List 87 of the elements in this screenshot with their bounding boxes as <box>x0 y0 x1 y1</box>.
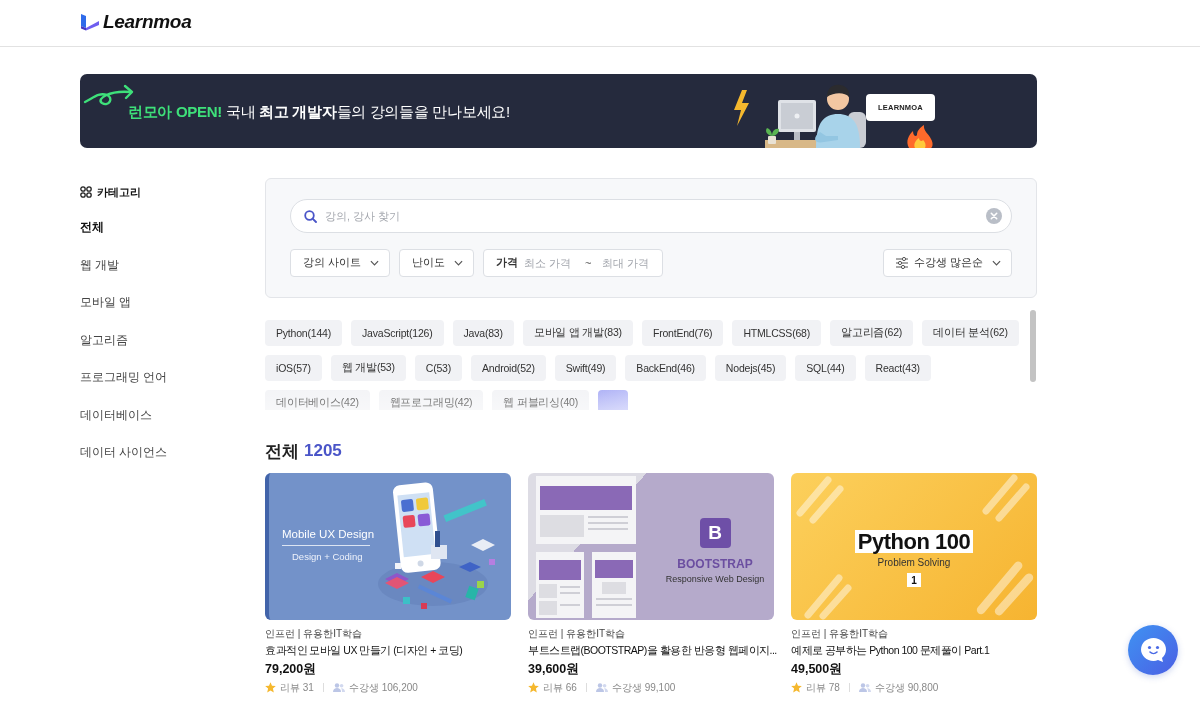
search-field[interactable]: 강의, 강사 찾기 <box>290 199 1012 233</box>
tag-chip[interactable]: iOS(57) <box>265 355 322 381</box>
tag-chip[interactable]: C(53) <box>414 355 463 381</box>
chat-button[interactable] <box>1128 625 1178 675</box>
chevron-down-icon <box>369 260 379 266</box>
star-icon <box>265 682 276 693</box>
thumbnail-title: BOOTSTRAP <box>677 557 753 571</box>
people-icon <box>332 683 345 692</box>
banner-headline: 런모아 OPEN! 국내 최고 개발자들의 강의들을 만나보세요! <box>128 101 510 122</box>
tag-chip[interactable]: Python(144) <box>265 320 342 346</box>
course-provider: 인프런 | 유용한IT학습 <box>528 627 626 640</box>
logo-tile: B <box>699 518 731 548</box>
course-price: 39,600원 <box>528 661 580 677</box>
search-icon <box>304 209 317 223</box>
category-grid-icon <box>80 186 92 198</box>
course-provider: 인프런 | 유용한IT학습 <box>265 627 363 640</box>
course-price: 79,200원 <box>265 661 317 677</box>
price-label: 가격 <box>495 256 518 270</box>
scrollbar[interactable] <box>1030 310 1036 382</box>
stripe-drawing <box>981 473 1031 523</box>
tag-chip[interactable]: Android(52) <box>471 355 546 381</box>
review-count: 리뷰 78 <box>806 681 840 694</box>
chevron-down-icon <box>453 260 463 266</box>
more-button[interactable] <box>597 390 628 410</box>
plant-icon <box>764 126 780 144</box>
tag-chip[interactable]: React(43) <box>864 355 931 381</box>
tag-chip[interactable]: 웹 개발(53) <box>330 355 406 381</box>
search-input[interactable]: 강의, 강사 찾기 <box>325 210 978 222</box>
results-title: 전체 <box>265 440 299 463</box>
student-count: 수강생 106,200 <box>348 681 418 694</box>
logo-icon <box>80 12 100 31</box>
people-icon <box>858 683 871 692</box>
review-count: 리뷰 66 <box>543 681 577 694</box>
lightning-icon <box>733 90 750 126</box>
tag-chip[interactable]: 모바일 앱 개발(83) <box>522 320 633 346</box>
results-count: 1205 <box>304 441 342 461</box>
course-provider: 인프런 | 유용한IT학습 <box>791 627 889 640</box>
chat-bubble-icon <box>1139 637 1167 663</box>
review-count: 리뷰 31 <box>280 681 314 694</box>
sidebar-item[interactable]: 프로그래밍 언어 <box>80 359 168 397</box>
thumbnail-title: Python 100 <box>854 529 974 554</box>
filter-dropdown[interactable]: 난이도 <box>398 249 474 277</box>
sort-dropdown[interactable]: 수강생 많은순 <box>883 249 1012 277</box>
sidebar-item[interactable]: 전체 <box>80 209 104 247</box>
clear-icon[interactable] <box>986 208 1002 224</box>
sidebar-item[interactable]: 알고리즘 <box>80 321 128 359</box>
tag-chip[interactable]: Java(83) <box>452 320 514 346</box>
min-price-input[interactable]: 최소 가격 <box>523 257 574 269</box>
tag-chip[interactable]: 데이터베이스(42) <box>265 390 370 410</box>
number-badge: 1 <box>907 573 921 588</box>
tag-chip[interactable]: JavaScript(126) <box>351 320 444 346</box>
sidebar-item[interactable]: 모바일 앱 <box>80 284 132 322</box>
tag-chip[interactable]: HTMLCSS(68) <box>732 320 822 346</box>
thumbnail-subtitle: Design + Coding <box>291 551 363 562</box>
chevron-down-icon <box>992 260 1001 266</box>
tag-chip[interactable]: SQL(44) <box>795 355 856 381</box>
course-title[interactable]: 효과적인 모바일 UX 만들기 (디자인 + 코딩) <box>265 643 463 658</box>
tag-chip[interactable]: Nodejs(45) <box>714 355 787 381</box>
thumbnail-subtitle: Responsive Web Design <box>665 574 765 584</box>
star-icon <box>528 682 539 693</box>
range-separator: ~ <box>584 257 592 269</box>
course-title[interactable]: 예제로 공부하는 Python 100 문제풀이 Part.1 <box>791 643 990 658</box>
tag-chip[interactable]: FrontEnd(76) <box>641 320 724 346</box>
logo-text[interactable]: Learnmoa <box>103 10 192 33</box>
max-price-input[interactable]: 최대 가격 <box>602 257 653 269</box>
tag-chip[interactable]: 데이터 분석(62) <box>922 320 1019 346</box>
tag-chip[interactable]: 알고리즘(62) <box>830 320 914 346</box>
sidebar-item[interactable]: 웹 개발 <box>80 246 120 284</box>
tag-chip[interactable]: Swift(49) <box>554 355 617 381</box>
course-title[interactable]: 부트스트랩(BOOTSTRAP)을 활용한 반응형 웹페이지... <box>528 643 777 658</box>
filter-dropdown[interactable]: 강의 사이트 <box>290 249 390 277</box>
thumbnail-title: Mobile UX Design <box>282 528 375 540</box>
student-count: 수강생 99,100 <box>611 681 676 694</box>
tag-chip[interactable]: 웹프로그래밍(42) <box>378 390 484 410</box>
thumbnail-subtitle: Problem Solving <box>877 557 951 569</box>
sidebar-item[interactable]: 데이터베이스 <box>80 396 152 434</box>
sliders-icon <box>896 257 909 269</box>
fire-icon <box>905 125 935 148</box>
tag-chip[interactable]: BackEnd(46) <box>625 355 706 381</box>
student-count: 수강생 90,800 <box>874 681 939 694</box>
stripe-drawing <box>795 475 845 525</box>
sidebar-title: 카테고리 <box>97 184 141 200</box>
tag-chip[interactable]: 웹 퍼블리싱(40) <box>492 390 589 410</box>
sidebar-item[interactable]: 데이터 사이언스 <box>80 434 168 472</box>
star-icon <box>791 682 802 693</box>
course-price: 49,500원 <box>791 661 843 677</box>
people-icon <box>595 683 608 692</box>
